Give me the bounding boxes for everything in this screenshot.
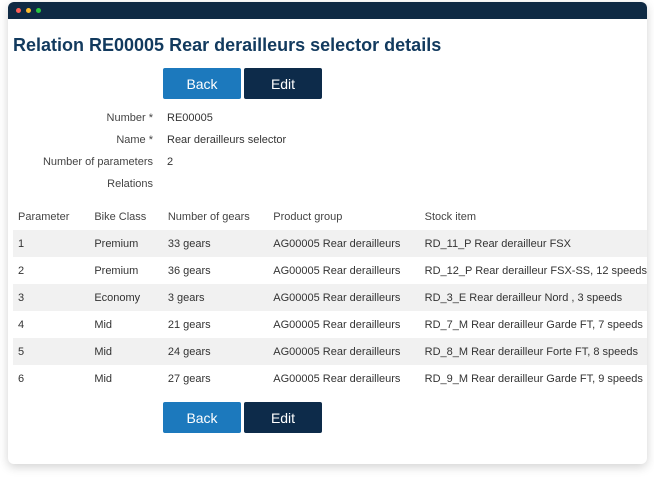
cell-product-group: AG00005 Rear derailleurs bbox=[273, 318, 401, 331]
table-row[interactable]: 3 Economy 3 gears AG00005 Rear derailleu… bbox=[13, 284, 647, 311]
cell-parameter: 1 bbox=[13, 230, 95, 257]
table-row[interactable]: 2 Premium 36 gears AG00005 Rear deraille… bbox=[13, 257, 647, 284]
relations-table: Parameter Bike Class Number of gears Pro… bbox=[13, 204, 647, 392]
back-button[interactable]: Back bbox=[163, 68, 241, 99]
cell-stock-item: RD_12_P Rear derailleur FSX-SS, 12 speed… bbox=[424, 264, 647, 277]
col-header-product-group[interactable]: Product group bbox=[273, 204, 424, 230]
table-row[interactable]: 5 Mid 24 gears AG00005 Rear derailleurs … bbox=[13, 338, 647, 365]
window-titlebar bbox=[8, 2, 647, 19]
field-name-value: Rear derailleurs selector bbox=[167, 134, 287, 146]
table-row[interactable]: 1 Premium 33 gears AG00005 Rear deraille… bbox=[13, 230, 647, 257]
edit-button[interactable]: Edit bbox=[244, 68, 322, 99]
cell-stock-item: RD_8_M Rear derailleur Forte FT, 8 speed… bbox=[424, 338, 647, 365]
field-number-value: RE00005 bbox=[167, 112, 213, 124]
field-name: Name * Rear derailleurs selector bbox=[8, 132, 408, 148]
minimize-dot-icon[interactable] bbox=[26, 8, 31, 13]
cell-parameter: 5 bbox=[13, 338, 95, 365]
cell-parameter: 3 bbox=[13, 284, 95, 311]
field-relations: Relations bbox=[8, 176, 408, 192]
cell-product-group: AG00005 Rear derailleurs bbox=[273, 230, 425, 257]
cell-number-of-gears: 33 gears bbox=[167, 230, 274, 257]
cell-bike-class: Mid bbox=[94, 372, 113, 385]
cell-number-of-gears: 36 gears bbox=[167, 264, 211, 277]
field-number: Number * RE00005 bbox=[8, 110, 408, 126]
field-number-label: Number * bbox=[106, 112, 153, 124]
cell-bike-class: Economy bbox=[94, 284, 168, 311]
field-number-of-parameters-label: Number of parameters bbox=[42, 156, 153, 168]
cell-product-group: AG00005 Rear derailleurs bbox=[273, 372, 401, 385]
table-header-row: Parameter Bike Class Number of gears Pro… bbox=[13, 204, 647, 230]
cell-stock-item: RD_9_M Rear derailleur Garde FT, 9 speed… bbox=[424, 372, 643, 385]
field-number-of-parameters: Number of parameters 2 bbox=[8, 154, 408, 170]
col-header-stock-item[interactable]: Stock item bbox=[425, 204, 647, 230]
table-row[interactable]: 6 Mid 27 gears AG00005 Rear derailleurs … bbox=[13, 365, 647, 392]
col-header-number-of-gears[interactable]: Number of gears bbox=[168, 204, 273, 230]
field-number-of-parameters-value: 2 bbox=[167, 156, 174, 168]
cell-bike-class: Premium bbox=[94, 264, 139, 277]
bottom-action-bar: Back Edit bbox=[163, 402, 322, 433]
cell-stock-item: RD_7_M Rear derailleur Garde FT, 7 speed… bbox=[424, 318, 643, 331]
cell-parameter: 6 bbox=[18, 372, 25, 385]
cell-stock-item: RD_3_E Rear derailleur Nord , 3 speeds bbox=[424, 284, 647, 311]
cell-number-of-gears: 27 gears bbox=[167, 372, 211, 385]
cell-number-of-gears: 21 gears bbox=[167, 318, 211, 331]
back-button-bottom[interactable]: Back bbox=[163, 402, 241, 433]
col-header-parameter[interactable]: Parameter bbox=[13, 204, 94, 230]
close-dot-icon[interactable] bbox=[16, 8, 21, 13]
col-header-bike-class[interactable]: Bike Class bbox=[94, 204, 168, 230]
cell-parameter: 4 bbox=[18, 318, 25, 331]
cell-product-group: AG00005 Rear derailleurs bbox=[273, 338, 425, 365]
cell-product-group: AG00005 Rear derailleurs bbox=[273, 284, 425, 311]
app-window: Relation RE00005 Rear derailleurs select… bbox=[8, 2, 647, 464]
field-relations-label: Relations bbox=[107, 178, 153, 190]
maximize-dot-icon[interactable] bbox=[36, 8, 41, 13]
cell-bike-class: Mid bbox=[94, 338, 168, 365]
page-title: Relation RE00005 Rear derailleurs select… bbox=[13, 35, 442, 55]
cell-number-of-gears: 3 gears bbox=[167, 284, 274, 311]
cell-bike-class: Premium bbox=[94, 230, 168, 257]
field-name-label: Name * bbox=[116, 134, 153, 146]
edit-button-bottom[interactable]: Edit bbox=[244, 402, 322, 433]
top-action-bar: Back Edit bbox=[163, 68, 322, 99]
table-row[interactable]: 4 Mid 21 gears AG00005 Rear derailleurs … bbox=[13, 311, 647, 338]
cell-number-of-gears: 24 gears bbox=[167, 338, 274, 365]
cell-parameter: 2 bbox=[18, 264, 25, 277]
cell-product-group: AG00005 Rear derailleurs bbox=[273, 264, 401, 277]
cell-stock-item: RD_11_P Rear derailleur FSX bbox=[424, 230, 647, 257]
cell-bike-class: Mid bbox=[94, 318, 113, 331]
